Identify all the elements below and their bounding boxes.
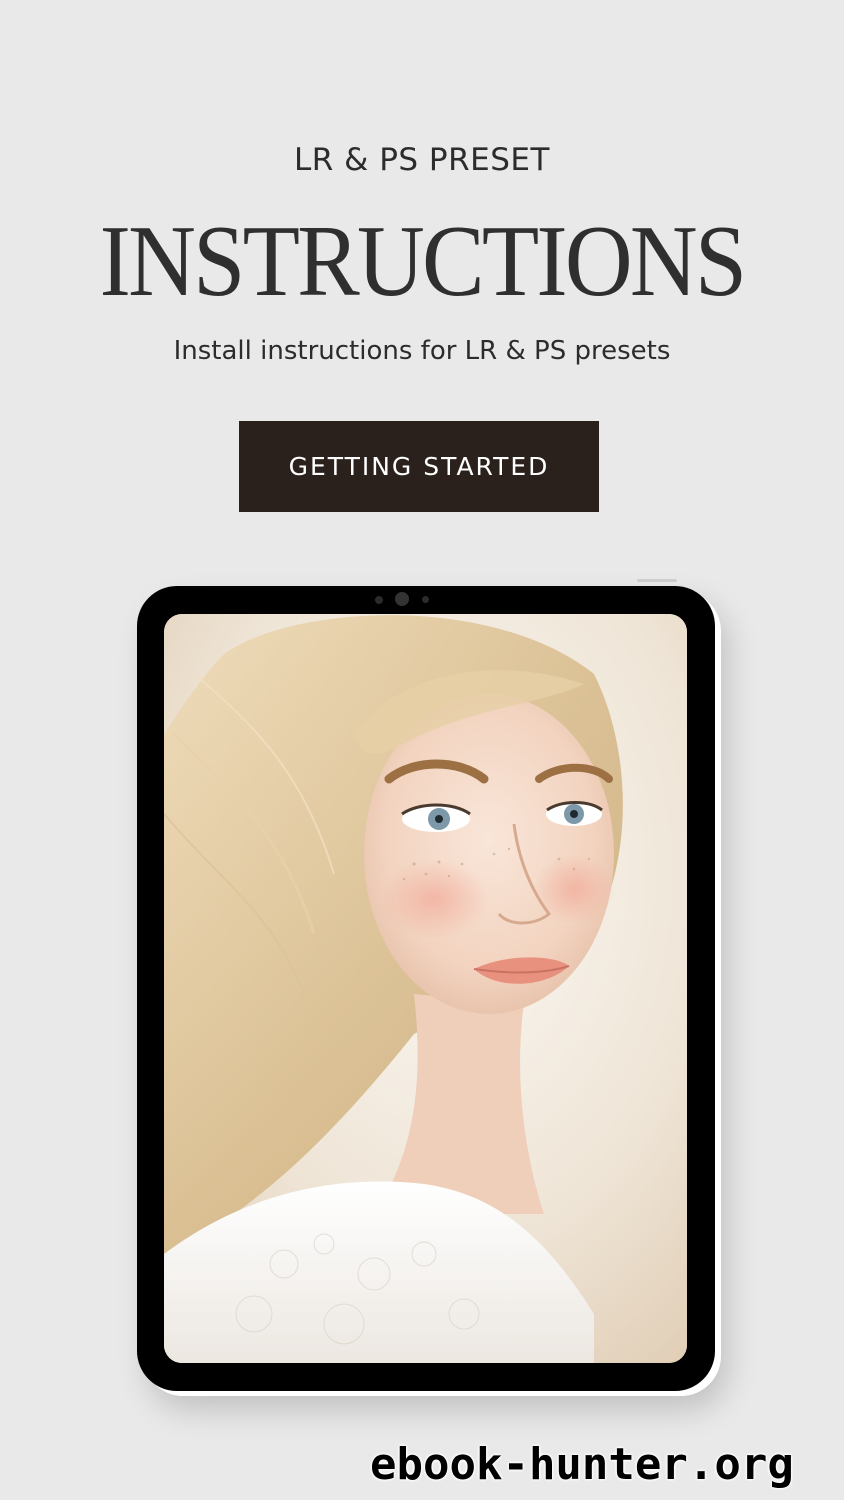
watermark-text: ebook-hunter.org bbox=[370, 1439, 794, 1490]
tablet-camera-main bbox=[395, 592, 409, 606]
page-title: INSTRUCTIONS bbox=[99, 205, 747, 318]
tablet-side-button bbox=[716, 647, 719, 707]
page-subtitle: Install instructions for LR & PS presets bbox=[173, 336, 671, 366]
page-kicker: LR & PS PRESET bbox=[294, 142, 550, 178]
tablet-screen bbox=[164, 614, 687, 1363]
getting-started-button[interactable]: GETTING STARTED bbox=[239, 421, 599, 512]
tablet-mockup bbox=[137, 586, 715, 1391]
tablet-camera-right bbox=[422, 596, 429, 603]
tablet-camera-left bbox=[375, 596, 383, 604]
tablet-top-button bbox=[637, 579, 677, 582]
portrait-photo bbox=[164, 614, 687, 1363]
